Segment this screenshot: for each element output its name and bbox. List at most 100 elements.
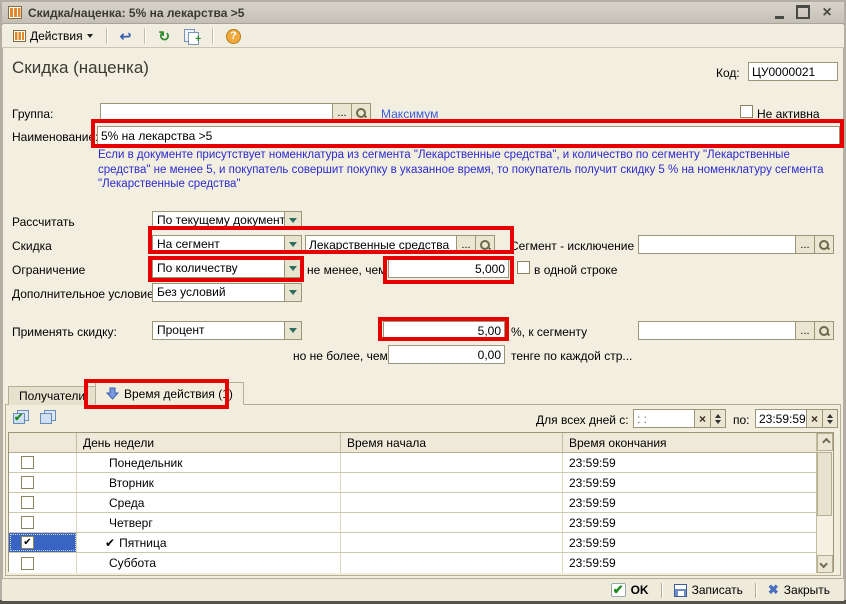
group-field[interactable] <box>100 103 333 122</box>
tab-recipients[interactable]: Получатели <box>8 386 96 405</box>
discount-type-select[interactable]: На сегмент <box>152 235 302 254</box>
apply-segment-search-button[interactable] <box>814 321 834 340</box>
toolbar-separator <box>144 28 145 44</box>
segment-excl-field[interactable] <box>638 235 796 254</box>
row-flag-check: ✔ <box>105 536 115 550</box>
refresh-button[interactable]: ↻ <box>153 26 175 46</box>
footer-separator <box>755 583 756 598</box>
group-ellipsis-button[interactable]: ... <box>332 103 352 122</box>
clear-all-flags-button[interactable] <box>40 410 60 428</box>
chevron-down-icon[interactable] <box>284 284 301 301</box>
chevron-down-icon[interactable] <box>284 212 301 229</box>
calc-select[interactable]: По текущему документу <box>152 211 302 230</box>
actions-menu-button[interactable]: Действия <box>8 26 98 46</box>
help-button[interactable]: ? <box>221 26 246 47</box>
scroll-down-button[interactable] <box>817 555 833 573</box>
code-label: Код: <box>716 66 740 80</box>
actions-dropdown-arrow-icon <box>87 34 93 38</box>
one-line-checkbox[interactable] <box>517 261 530 274</box>
filter-from-clear-button[interactable]: × <box>694 409 711 428</box>
main-toolbar: Действия ↩ ↻ + ? <box>2 25 844 48</box>
table-row[interactable]: Понедельник 23:59:59 <box>9 453 816 473</box>
filter-from-spinner[interactable] <box>710 409 726 428</box>
max-label: но не более, чем <box>293 349 388 363</box>
segment-excl-label: Сегмент - исключение <box>510 239 634 253</box>
window-frame-left <box>0 0 3 604</box>
row-checkbox-checked[interactable]: ✔ <box>21 536 34 549</box>
chevron-down-icon[interactable] <box>284 260 301 277</box>
row-checkbox[interactable] <box>21 557 34 570</box>
code-field[interactable]: ЦУ0000021 <box>748 62 838 81</box>
extra-cond-select[interactable]: Без условий <box>152 283 302 302</box>
floppy-icon <box>674 584 687 597</box>
magnifier-icon <box>479 239 491 251</box>
scroll-up-button[interactable] <box>817 433 833 451</box>
name-field[interactable]: 5% на лекарства >5 <box>97 126 840 145</box>
table-row[interactable]: Среда 23:59:59 <box>9 493 816 513</box>
tab-time-active[interactable]: Время действия (1) <box>95 382 244 405</box>
app-icon <box>8 6 22 19</box>
filter-to-label: по: <box>733 413 750 427</box>
discount-segment-field[interactable]: Лекарственные средства <box>305 235 457 254</box>
actions-grid-icon <box>13 30 26 42</box>
one-line-label: в одной строке <box>534 263 617 277</box>
selected-flag-cell[interactable]: ✔ <box>9 533 77 552</box>
row-checkbox[interactable] <box>21 476 34 489</box>
copy-button[interactable]: + <box>179 26 204 46</box>
reread-button[interactable]: ↩ <box>115 26 137 46</box>
limit-type-select[interactable]: По количеству <box>152 259 302 278</box>
apply-type-select[interactable]: Процент <box>152 321 302 340</box>
row-checkbox[interactable] <box>21 516 34 529</box>
minimize-button[interactable] <box>772 6 786 20</box>
apply-value-field[interactable]: 5,00 <box>383 321 505 340</box>
segment-search-button[interactable] <box>475 235 495 254</box>
table-row-selected[interactable]: ✔ ✔Пятница 23:59:59 <box>9 533 816 553</box>
set-all-flags-button[interactable]: ✔ <box>13 410 33 428</box>
save-button[interactable]: Записать <box>670 582 747 598</box>
blue-down-arrow-icon <box>106 387 119 400</box>
filter-to-field[interactable]: 23:59:59 <box>755 409 807 428</box>
row-checkbox[interactable] <box>21 496 34 509</box>
help-icon: ? <box>226 29 241 44</box>
titlebar: Скидка/наценка: 5% на лекарства >5 × <box>2 2 844 24</box>
ok-label: OK <box>631 583 649 597</box>
discount-window: Скидка/наценка: 5% на лекарства >5 × Дей… <box>0 0 846 604</box>
reread-arrow-icon: ↩ <box>120 29 132 43</box>
filter-to-clear-button[interactable]: × <box>806 409 823 428</box>
scrollbar-track[interactable] <box>817 451 833 555</box>
footer-bar: ✔ OK Записать ✖ Закрыть <box>2 578 844 601</box>
close-form-button[interactable]: ✖ Закрыть <box>764 581 834 599</box>
ok-button[interactable]: ✔ OK <box>607 582 653 598</box>
inactive-checkbox[interactable] <box>740 105 753 118</box>
chevron-down-icon[interactable] <box>284 322 301 339</box>
close-button[interactable]: × <box>820 6 834 20</box>
clear-flags-icon <box>40 410 54 423</box>
chevron-down-icon[interactable] <box>284 236 301 253</box>
row-checkbox[interactable] <box>21 456 34 469</box>
table-row[interactable]: Вторник 23:59:59 <box>9 473 816 493</box>
schedule-table: День недели Время начала Время окончания… <box>8 432 834 572</box>
limit-cond-label: не менее, чем <box>307 263 386 277</box>
group-search-button[interactable] <box>351 103 371 122</box>
table-row[interactable]: Суббота 23:59:59 <box>9 553 816 573</box>
segment-excl-search-button[interactable] <box>814 235 834 254</box>
maximize-button[interactable] <box>796 6 810 20</box>
header-day: День недели <box>77 433 341 452</box>
segment-excl-ellipsis-button[interactable]: ... <box>795 235 815 254</box>
limit-value-field[interactable]: 5,000 <box>388 259 509 278</box>
header-start: Время начала <box>341 433 563 452</box>
segment-ellipsis-button[interactable]: ... <box>456 235 476 254</box>
inactive-label: Не активна <box>757 107 820 121</box>
maximum-link[interactable]: Максимум <box>381 107 438 121</box>
scrollbar-thumb[interactable] <box>817 452 832 516</box>
vertical-scrollbar[interactable] <box>816 433 833 573</box>
max-value-field[interactable]: 0,00 <box>388 345 505 364</box>
apply-segment-ellipsis-button[interactable]: ... <box>795 321 815 340</box>
table-row[interactable]: Четверг 23:59:59 <box>9 513 816 533</box>
chevron-down-icon <box>819 560 827 568</box>
discount-description-hint: Если в документе присутствует номенклату… <box>98 148 842 192</box>
apply-label: Применять скидку: <box>12 325 117 339</box>
filter-from-field[interactable]: : : <box>633 409 695 428</box>
filter-to-spinner[interactable] <box>822 409 838 428</box>
apply-segment-field[interactable] <box>638 321 796 340</box>
